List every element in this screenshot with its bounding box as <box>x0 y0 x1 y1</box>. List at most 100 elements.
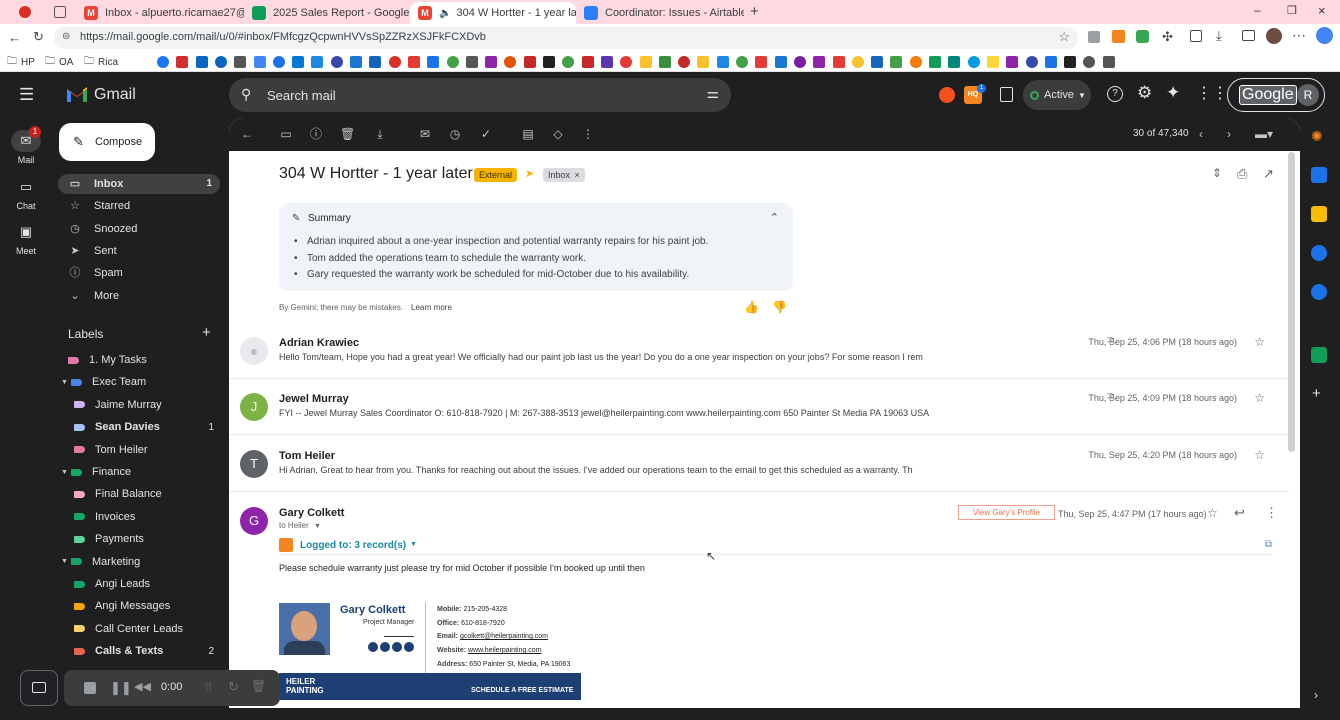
bookmark-site-icon[interactable] <box>253 56 266 68</box>
gemini-sparkle-icon[interactable]: ✦ <box>1166 83 1180 103</box>
search-input[interactable]: Search mail <box>267 88 336 103</box>
bookmark-site-icon[interactable] <box>407 56 420 68</box>
contacts-icon[interactable] <box>1311 284 1327 300</box>
profile-avatar[interactable] <box>1266 28 1282 44</box>
tab-sales-report[interactable]: 2025 Sales Report - Google Sheet × <box>244 2 410 24</box>
bookmark-site-icon[interactable] <box>195 56 208 68</box>
important-marker-icon[interactable]: ➤ <box>525 167 534 180</box>
expand-panel-icon[interactable]: › <box>1314 688 1318 702</box>
sidebar-item-spam[interactable]: ⓘ Spam <box>58 263 220 283</box>
label-item[interactable]: ▼ Marketing <box>61 552 211 572</box>
message-row[interactable]: T Tom Heiler Hi Adrian, Great to hear from… <box>229 436 1289 492</box>
more-vert-icon[interactable]: ⋮ <box>581 127 595 141</box>
keep-icon[interactable] <box>1311 206 1327 222</box>
label-item[interactable]: Calls & Texts 2 <box>74 641 214 661</box>
label-item[interactable]: ▼ Exec Team <box>61 372 211 392</box>
sidebar-item-inbox[interactable]: ▭ Inbox 1 <box>58 174 220 194</box>
sidebar-item-starred[interactable]: ☆ Starred <box>58 196 220 216</box>
site-info-icon[interactable]: ⊜ <box>62 31 70 42</box>
view-profile-button[interactable]: View Gary's Profile <box>958 505 1055 520</box>
extension-camera-icon[interactable] <box>1088 31 1100 43</box>
logged-dropdown-icon[interactable]: ▼ <box>410 541 417 548</box>
stop-icon[interactable] <box>84 682 96 694</box>
sheets-addon-icon[interactable] <box>1311 347 1327 363</box>
bookmark-site-icon[interactable] <box>929 56 941 68</box>
bookmark-site-icon[interactable] <box>1044 56 1057 68</box>
extensions-icon[interactable]: ✣ <box>1162 29 1173 45</box>
facebook-icon[interactable] <box>368 642 378 652</box>
bookmark-site-icon[interactable] <box>774 56 787 68</box>
url-text[interactable]: https://mail.google.com/mail/u/0/#inbox/… <box>80 31 486 43</box>
bookmark-site-icon[interactable] <box>755 56 768 68</box>
expand-triangle-icon[interactable]: ▼ <box>61 379 68 386</box>
bookmark-site-icon[interactable] <box>176 56 189 68</box>
input-tools-icon[interactable]: ▬▾ <box>1251 127 1277 141</box>
bookmark-site-icon[interactable] <box>485 56 498 68</box>
sender-name[interactable]: Gary Colkett <box>279 507 344 519</box>
label-item[interactable]: Payments <box>74 529 214 549</box>
add-task-icon[interactable]: ✓ <box>479 127 493 141</box>
download-icon[interactable]: ⤓ <box>1216 28 1222 44</box>
bookmark-site-icon[interactable] <box>639 56 652 68</box>
collapse-summary-icon[interactable]: ⌃ <box>770 211 779 224</box>
restart-icon[interactable]: ↻ <box>228 679 239 695</box>
bookmark-site-icon[interactable] <box>388 56 401 68</box>
get-addons-icon[interactable]: + <box>1312 385 1321 402</box>
bookmark-site-icon[interactable] <box>871 56 884 68</box>
side-panel-icon[interactable] <box>1190 30 1202 42</box>
hubspot-panel-icon[interactable]: ✺ <box>1311 128 1327 144</box>
learn-more-link[interactable]: Learn more <box>411 303 452 312</box>
sidebar-item-more[interactable]: ⌄ More <box>58 286 220 306</box>
older-icon[interactable]: › <box>1222 127 1236 141</box>
linkedin-icon[interactable] <box>404 642 414 652</box>
bookmark-site-icon[interactable] <box>1006 56 1019 68</box>
notes-icon[interactable] <box>1000 87 1013 102</box>
label-item[interactable]: Call Center Leads <box>74 619 214 639</box>
star-icon[interactable]: ☆ <box>1254 448 1265 462</box>
label-item[interactable]: Final Balance <box>74 484 214 504</box>
bookmark-site-icon[interactable] <box>1083 56 1096 68</box>
status-button[interactable]: Active ▼ <box>1023 80 1091 110</box>
compose-button[interactable]: ✎ Compose <box>59 123 155 161</box>
rewind-icon[interactable]: ◀◀ <box>134 680 151 693</box>
bookmark-site-icon[interactable] <box>234 56 247 68</box>
delete-icon[interactable]: 🗑 <box>340 127 355 141</box>
pause-icon[interactable]: ❚❚ <box>110 680 132 696</box>
label-item[interactable]: Angi Messages <box>74 596 214 616</box>
newer-icon[interactable]: ‹ <box>1194 127 1208 141</box>
bookmark-site-icon[interactable] <box>1025 56 1038 68</box>
search-options-icon[interactable]: ⚌ <box>706 85 719 102</box>
label-item[interactable]: Sean Davies 1 <box>74 417 214 437</box>
minimize-icon[interactable]: – <box>1254 3 1261 17</box>
bookmark-site-icon[interactable] <box>986 56 999 68</box>
bookmark-site-icon[interactable] <box>543 56 555 68</box>
bookmark-site-icon[interactable] <box>736 56 748 68</box>
label-icon[interactable]: ◇ <box>551 127 565 141</box>
bookmark-site-icon[interactable] <box>600 56 613 68</box>
add-label-button[interactable]: + <box>202 324 211 341</box>
label-item[interactable]: Invoices <box>74 507 214 527</box>
bookmark-site-icon[interactable] <box>851 56 864 68</box>
rail-chat[interactable]: ▭ Chat <box>0 176 52 211</box>
sidebar-item-snoozed[interactable]: ◷ Snoozed <box>58 219 220 239</box>
gemini-icon[interactable] <box>1316 27 1333 44</box>
bookmark-site-icon[interactable] <box>292 56 305 68</box>
bookmark-site-icon[interactable] <box>523 56 536 68</box>
signature-email[interactable]: Email: gcolkett@heilerpainting.com <box>437 633 548 640</box>
thumbs-up-icon[interactable]: 👍 <box>744 300 759 314</box>
settings-gear-icon[interactable]: ⚙ <box>1137 83 1152 103</box>
bookmark-site-icon[interactable] <box>369 56 382 68</box>
bookmark-site-icon[interactable] <box>330 56 343 68</box>
youtube-icon[interactable] <box>392 642 402 652</box>
star-icon[interactable]: ☆ <box>1254 391 1265 405</box>
bookmark-site-icon[interactable] <box>793 56 806 68</box>
bookmark-site-icon[interactable] <box>581 56 594 68</box>
logged-records[interactable]: Logged to: 3 record(s) <box>300 540 406 551</box>
bookmark-site-icon[interactable] <box>813 56 826 68</box>
gmail-logo-icon[interactable] <box>66 86 88 103</box>
expand-triangle-icon[interactable]: ▼ <box>61 469 68 476</box>
bookmark-site-icon[interactable] <box>909 56 922 68</box>
rail-meet[interactable]: ▣ Meet <box>0 221 52 256</box>
bookmark-site-icon[interactable] <box>562 56 575 68</box>
label-item[interactable]: Angi Leads <box>74 574 214 594</box>
